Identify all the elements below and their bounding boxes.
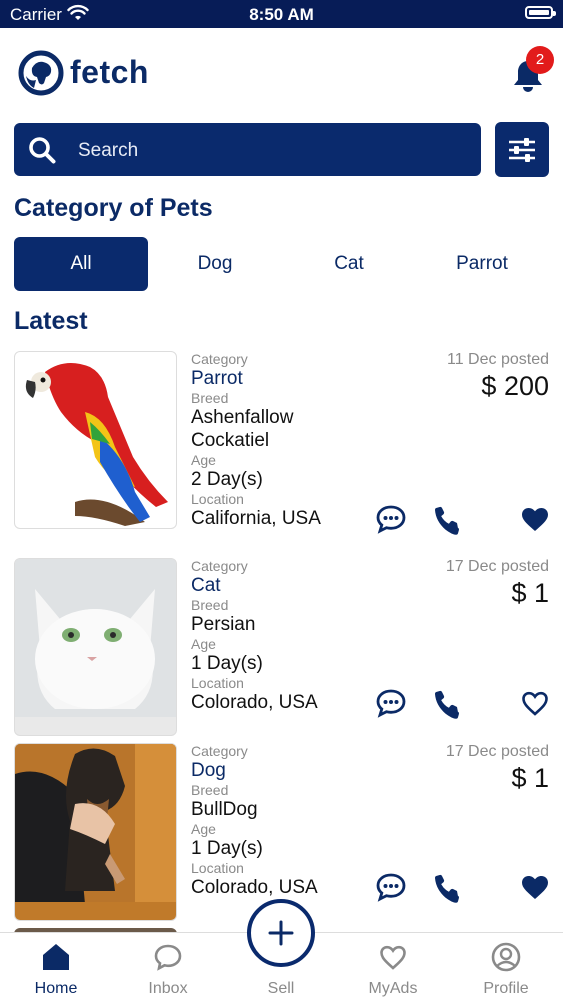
listing-location: Colorado, USA — [191, 692, 318, 713]
app-name: fetch — [70, 54, 149, 90]
chat-icon[interactable] — [375, 871, 407, 903]
listing-breed-line2: Cockatiel — [191, 430, 270, 451]
location-label: Location — [191, 675, 244, 691]
chat-icon[interactable] — [375, 503, 407, 535]
notification-badge: 2 — [526, 46, 554, 74]
category-label: Category — [191, 743, 248, 759]
nav-profile-label: Profile — [483, 980, 529, 997]
tab-cat[interactable]: Cat — [282, 237, 416, 291]
listing-location: California, USA — [191, 508, 321, 529]
search-icon — [29, 137, 56, 164]
listing-price: $ 1 — [511, 578, 549, 608]
breed-label: Breed — [191, 597, 229, 613]
listing-age: 1 Day(s) — [191, 653, 263, 674]
listing-price: $ 200 — [481, 371, 549, 401]
listing-info: Category Parrot Breed Ashenfallow Cockat… — [191, 351, 391, 530]
age-label: Age — [191, 452, 216, 468]
cat-photo[interactable] — [14, 558, 177, 736]
phone-icon[interactable] — [432, 687, 464, 719]
listing-info: Category Dog Breed BullDog Age 1 Day(s) … — [191, 743, 391, 899]
heart-filled-icon[interactable] — [519, 871, 551, 903]
filter-button[interactable] — [495, 122, 549, 177]
listing-category: Parrot — [191, 368, 243, 389]
profile-icon — [491, 942, 521, 972]
clock: 8:50 AM — [249, 5, 314, 24]
location-label: Location — [191, 491, 244, 507]
posted-date: 17 Dec posted — [445, 743, 549, 760]
dog-logo-icon — [18, 50, 64, 96]
listing-age: 1 Day(s) — [191, 838, 263, 859]
listing-category: Cat — [191, 575, 221, 596]
listing-card[interactable]: Category Dog Breed BullDog Age 1 Day(s) … — [14, 743, 549, 923]
category-tabs: All Dog Cat Parrot — [14, 237, 549, 291]
nav-inbox[interactable]: Inbox — [112, 933, 224, 1001]
latest-section-title: Latest — [14, 307, 88, 335]
age-label: Age — [191, 821, 216, 837]
listing-card[interactable]: Category Parrot Breed Ashenfallow Cockat… — [14, 351, 549, 535]
tab-parrot[interactable]: Parrot — [415, 237, 549, 291]
listing-card[interactable]: Category Cat Breed Persian Age 1 Day(s) … — [14, 558, 549, 738]
category-section-title: Category of Pets — [14, 194, 213, 222]
sliders-icon — [509, 138, 535, 162]
heart-filled-icon[interactable] — [519, 503, 551, 535]
listing-info: Category Cat Breed Persian Age 1 Day(s) … — [191, 558, 391, 714]
search-bar[interactable] — [14, 123, 481, 178]
nav-inbox-label: Inbox — [148, 980, 188, 997]
nav-profile[interactable]: Profile — [450, 933, 562, 1001]
posted-date: 11 Dec posted — [447, 351, 549, 368]
phone-icon[interactable] — [432, 503, 464, 535]
nav-home[interactable]: Home — [0, 933, 112, 1001]
category-label: Category — [191, 558, 248, 574]
nav-sell-label: Sell — [267, 980, 295, 997]
listing-age: 2 Day(s) — [191, 469, 263, 490]
status-bar: Carrier 8:50 AM — [0, 0, 563, 28]
listing-breed: Ashenfallow — [191, 407, 294, 428]
tab-all[interactable]: All — [14, 237, 148, 291]
nav-myads[interactable]: MyAds — [337, 933, 449, 1001]
heart-icon — [380, 945, 406, 970]
listing-breed: BullDog — [191, 799, 258, 820]
location-label: Location — [191, 860, 244, 876]
nav-myads-label: MyAds — [368, 980, 418, 997]
plus-icon — [268, 920, 294, 946]
chat-icon[interactable] — [375, 687, 407, 719]
breed-label: Breed — [191, 782, 229, 798]
sell-button[interactable] — [247, 899, 315, 967]
listing-breed: Persian — [191, 614, 256, 635]
tab-dog[interactable]: Dog — [148, 237, 282, 291]
breed-label: Breed — [191, 390, 229, 406]
posted-date: 17 Dec posted — [445, 558, 549, 575]
age-label: Age — [191, 636, 216, 652]
category-label: Category — [191, 351, 248, 367]
listing-category: Dog — [191, 760, 226, 781]
phone-icon[interactable] — [432, 871, 464, 903]
parrot-photo[interactable] — [14, 351, 177, 529]
battery-icon — [525, 6, 556, 19]
listing-location: Colorado, USA — [191, 877, 318, 898]
heart-outline-icon[interactable] — [519, 687, 551, 719]
listing-price: $ 1 — [511, 763, 549, 793]
chat-bubble-icon — [154, 944, 182, 971]
search-input[interactable] — [76, 123, 460, 178]
nav-home-label: Home — [34, 980, 78, 997]
dog-photo[interactable] — [14, 743, 177, 921]
home-icon — [43, 944, 69, 970]
